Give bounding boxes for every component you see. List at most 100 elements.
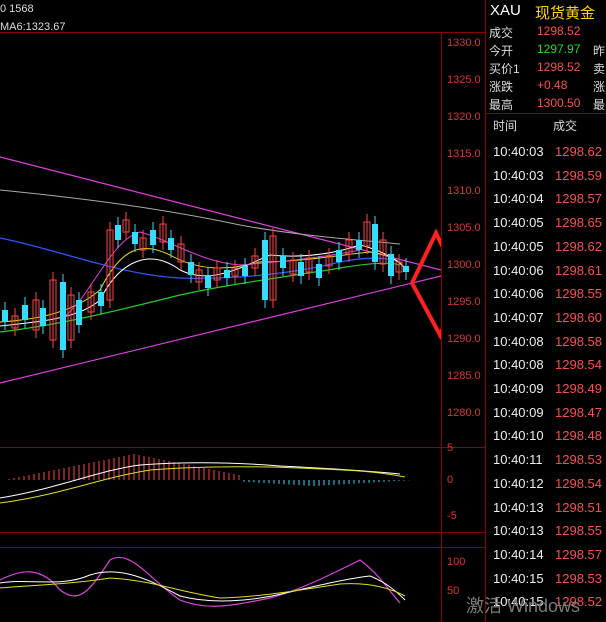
chart-drawing — [0, 156, 441, 607]
candle-body — [40, 308, 46, 326]
tick-price: 1298.58 — [555, 333, 602, 349]
tick-time: 10:40:03 — [493, 167, 544, 183]
tick-time: 10:40:04 — [493, 191, 544, 207]
tick-price: 1298.49 — [555, 381, 602, 396]
candle-body — [168, 238, 174, 250]
macd-tick: 5 — [447, 442, 454, 454]
price-tick: 1310.0 — [447, 185, 481, 197]
kdj-d-line — [0, 577, 406, 599]
tick-price: 1298.51 — [555, 499, 602, 515]
candle-body — [60, 282, 66, 350]
tick-price: 1298.59 — [555, 167, 602, 183]
tick-row[interactable]: 10:40:06 1298.55 — [489, 286, 606, 310]
price-tick: 1295.0 — [447, 296, 481, 308]
macd-dea-line — [0, 466, 406, 504]
symbol-code: XAU — [490, 2, 521, 19]
candlestick-chart[interactable]: 0 1568 MA6:1323.67 1330.0 1325.0 1320.0 … — [0, 0, 486, 622]
candle-body — [76, 300, 82, 325]
candle-body — [388, 254, 394, 276]
quote-row: 涨跌 +0.48 涨 — [489, 78, 606, 96]
quote-header: XAU 现货黄金 — [487, 0, 606, 22]
tick-row[interactable]: 10:40:12 1298.54 — [489, 476, 606, 500]
price-tick: 1280.0 — [447, 407, 481, 419]
tick-row[interactable]: 10:40:04 1298.57 — [489, 191, 606, 215]
tick-time: 10:40:13 — [493, 499, 544, 515]
tick-time: 10:40:09 — [493, 381, 544, 396]
candles — [2, 212, 409, 358]
candle-body — [224, 270, 230, 278]
tick-row[interactable]: 10:40:05 1298.62 — [489, 239, 606, 263]
tick-time: 10:40:14 — [493, 546, 544, 562]
tick-price: 1298.53 — [555, 452, 602, 468]
tick-row[interactable]: 10:40:09 1298.47 — [489, 405, 606, 429]
macd-tick: -5 — [447, 510, 457, 522]
tick-price: 1298.57 — [555, 546, 602, 562]
tick-price: 1298.55 — [555, 523, 602, 539]
tick-row[interactable]: 10:40:08 1298.58 — [489, 334, 606, 358]
quote-label: 今开 — [489, 44, 514, 58]
price-tick: 1320.0 — [447, 111, 481, 123]
kdj-k-line — [0, 571, 406, 602]
quote-value: 1300.50 — [537, 96, 581, 110]
candle-body — [280, 256, 286, 268]
tick-row[interactable]: 10:40:08 1298.54 — [489, 357, 606, 381]
quote-value: 1298.52 — [537, 60, 581, 74]
quote-row: 成交 1298.52 — [489, 24, 606, 42]
candle-body — [98, 292, 104, 306]
tick-price: 1298.61 — [555, 262, 602, 278]
candle-body — [356, 240, 362, 250]
windows-activation-watermark: 激活 Windows — [466, 596, 581, 616]
macd-tick: 0 — [447, 474, 454, 486]
quote-label: 涨跌 — [489, 80, 514, 94]
quote-extra-label: 最 — [593, 98, 606, 112]
tick-price: 1298.53 — [555, 570, 602, 586]
tick-row[interactable]: 10:40:11 1298.53 — [489, 452, 606, 476]
quote-label: 成交 — [489, 26, 514, 40]
tick-row[interactable]: 10:40:03 1298.62 — [489, 144, 606, 168]
tick-row[interactable]: 10:40:05 1298.65 — [489, 215, 606, 239]
candle-body — [150, 230, 156, 245]
price-tick: 1305.0 — [447, 222, 481, 234]
tick-row[interactable]: 10:40:14 1298.57 — [489, 547, 606, 571]
tick-row[interactable]: 10:40:09 1298.49 — [489, 381, 606, 405]
tick-price: 1298.62 — [555, 144, 602, 159]
tick-row[interactable]: 10:40:03 1298.59 — [489, 168, 606, 192]
tick-row[interactable]: 10:40:07 1298.60 — [489, 310, 606, 334]
tick-price: 1298.48 — [555, 428, 602, 444]
tick-time: 10:40:06 — [493, 262, 544, 278]
candle-body — [188, 262, 194, 275]
candle-body — [316, 264, 322, 278]
kdj-tick: 100 — [447, 556, 466, 568]
candle-body — [262, 240, 268, 300]
tick-row[interactable]: 10:40:15 1298.53 — [489, 571, 606, 595]
tick-price: 1298.55 — [555, 286, 602, 302]
ticks-header-time: 时间 — [493, 119, 518, 133]
tick-time: 10:40:08 — [493, 333, 544, 349]
ticks-header-price: 成交 — [553, 119, 578, 133]
quote-label: 最高 — [489, 98, 514, 112]
quote-extra-label: 涨 — [593, 80, 606, 94]
quote-label: 买价1 — [489, 62, 520, 76]
tick-row[interactable]: 10:40:06 1298.61 — [489, 263, 606, 287]
tick-time: 10:40:08 — [493, 357, 544, 373]
price-tick: 1300.0 — [447, 259, 481, 271]
price-tick: 1285.0 — [447, 370, 481, 382]
candle-body — [132, 232, 138, 244]
candle-body — [336, 250, 342, 262]
candle-body — [403, 266, 409, 272]
kdj-tick: 50 — [447, 585, 460, 597]
quote-panel: XAU 现货黄金 成交 1298.52 今开 1297.97 昨买价1 1298.52 卖涨… — [466, 0, 606, 622]
quote-extra-label: 卖 — [593, 62, 606, 76]
quote-row: 最高 1300.50 最 — [489, 96, 606, 114]
tick-time: 10:40:05 — [493, 215, 544, 231]
quote-extra-label: 昨 — [593, 44, 606, 58]
tick-price: 1298.62 — [555, 238, 602, 254]
tick-time: 10:40:06 — [493, 286, 544, 302]
tick-row[interactable]: 10:40:13 1298.51 — [489, 500, 606, 524]
tick-row[interactable]: 10:40:10 1298.48 — [489, 428, 606, 452]
tick-row[interactable]: 10:40:13 1298.55 — [489, 523, 606, 547]
tick-price: 1298.54 — [555, 357, 602, 373]
tick-price: 1298.57 — [555, 191, 602, 207]
candle-body — [22, 305, 28, 320]
ma-long-line — [0, 189, 401, 245]
